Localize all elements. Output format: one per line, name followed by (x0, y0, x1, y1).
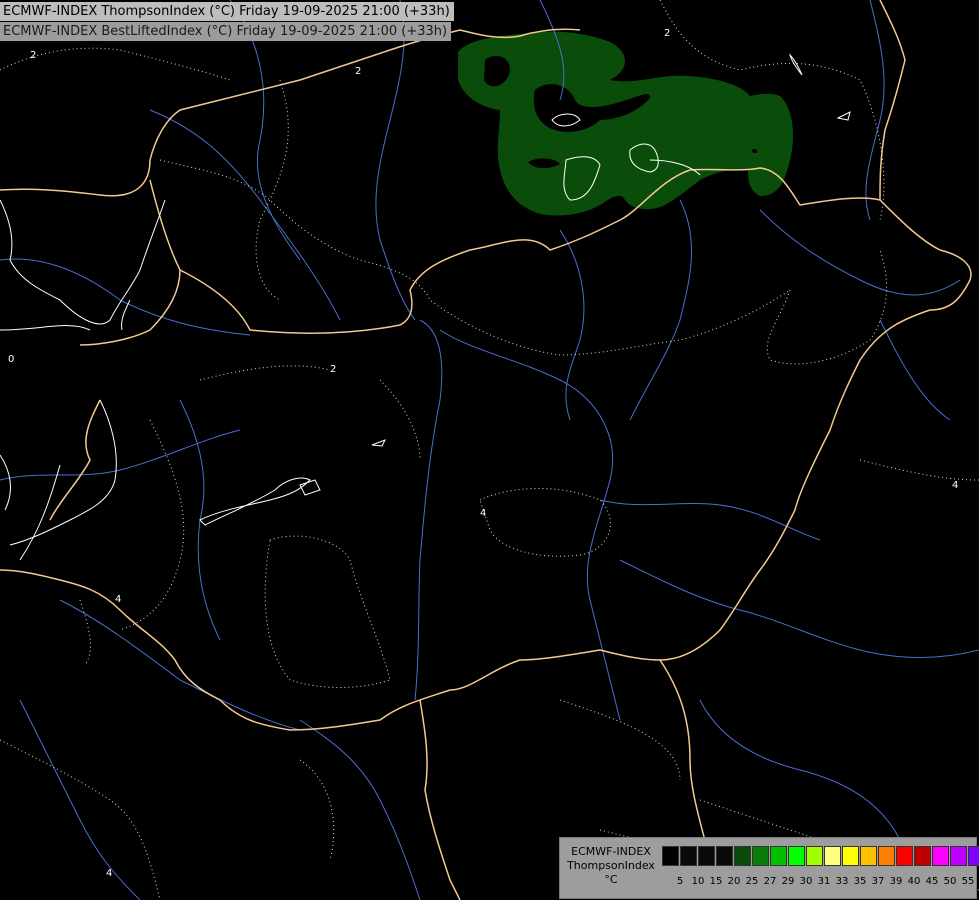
legend-swatch (806, 846, 823, 866)
legend-tick-label: 35 (853, 876, 867, 887)
legend-swatch (770, 846, 787, 866)
map-title-best-lifted-index: ECMWF-INDEX BestLiftedIndex (°C) Friday … (0, 22, 452, 41)
legend-swatch (950, 846, 967, 866)
weather-map: 2 2 2 2 0 4 4 4 4 (0, 0, 979, 900)
legend-swatch (932, 846, 949, 866)
legend-tick-label: 37 (871, 876, 885, 887)
legend-swatch (716, 846, 733, 866)
contour-label-2-ne: 2 (664, 28, 670, 39)
contour-label-4-south: 4 (106, 868, 112, 879)
legend-tick-label: 10 (691, 876, 705, 887)
contour-label-4-center: 4 (480, 508, 486, 519)
map-title-thompson-index: ECMWF-INDEX ThompsonIndex (°C) Friday 19… (0, 2, 454, 21)
legend-tick-label: 5 (676, 876, 684, 887)
legend-tick-label: 29 (781, 876, 795, 887)
legend-swatch (914, 846, 931, 866)
legend-swatch (824, 846, 841, 866)
legend-swatch (860, 846, 877, 866)
legend-swatch (842, 846, 859, 866)
legend-variable: ThompsonIndex (567, 859, 655, 872)
legend-swatch (698, 846, 715, 866)
contour-label-4-east: 4 (952, 480, 958, 491)
legend-model: ECMWF-INDEX (571, 845, 651, 858)
contour-label-0-west: 0 (8, 354, 14, 365)
legend-tick-label: 25 (745, 876, 759, 887)
legend-tick-label: 20 (727, 876, 741, 887)
legend-tick-label: 27 (763, 876, 777, 887)
contour-label-2-north: 2 (355, 66, 361, 77)
legend-swatch (896, 846, 913, 866)
map-background (0, 0, 979, 900)
legend-tick-label: 50 (943, 876, 957, 887)
legend-swatch (788, 846, 805, 866)
legend-tick-label: 30 (799, 876, 813, 887)
legend-swatch (878, 846, 895, 866)
contour-label-4-sw: 4 (115, 594, 121, 605)
legend-swatch (680, 846, 697, 866)
legend-tick-label: 55 (961, 876, 975, 887)
legend-tick-label: 15 (709, 876, 723, 887)
legend-swatch (734, 846, 751, 866)
legend-title: ECMWF-INDEX ThompsonIndex °C (562, 845, 660, 887)
legend-swatch (752, 846, 769, 866)
legend-swatch (968, 846, 979, 866)
contour-label-2-nw: 2 (30, 50, 36, 61)
legend-swatches (662, 846, 979, 866)
legend-swatch (662, 846, 679, 866)
legend-tick-label: 40 (907, 876, 921, 887)
legend-ticks: 51015202527293031333537394045505560 (662, 875, 979, 888)
color-legend: ECMWF-INDEX ThompsonIndex °C 5 10 15 20 25 27… (559, 837, 979, 899)
legend-tick-label: 33 (835, 876, 849, 887)
legend-tick-label: 45 (925, 876, 939, 887)
legend-unit: °C (604, 873, 618, 886)
legend-tick-label: 31 (817, 876, 831, 887)
contour-label-2-center: 2 (330, 364, 336, 375)
legend-tick-label: 39 (889, 876, 903, 887)
